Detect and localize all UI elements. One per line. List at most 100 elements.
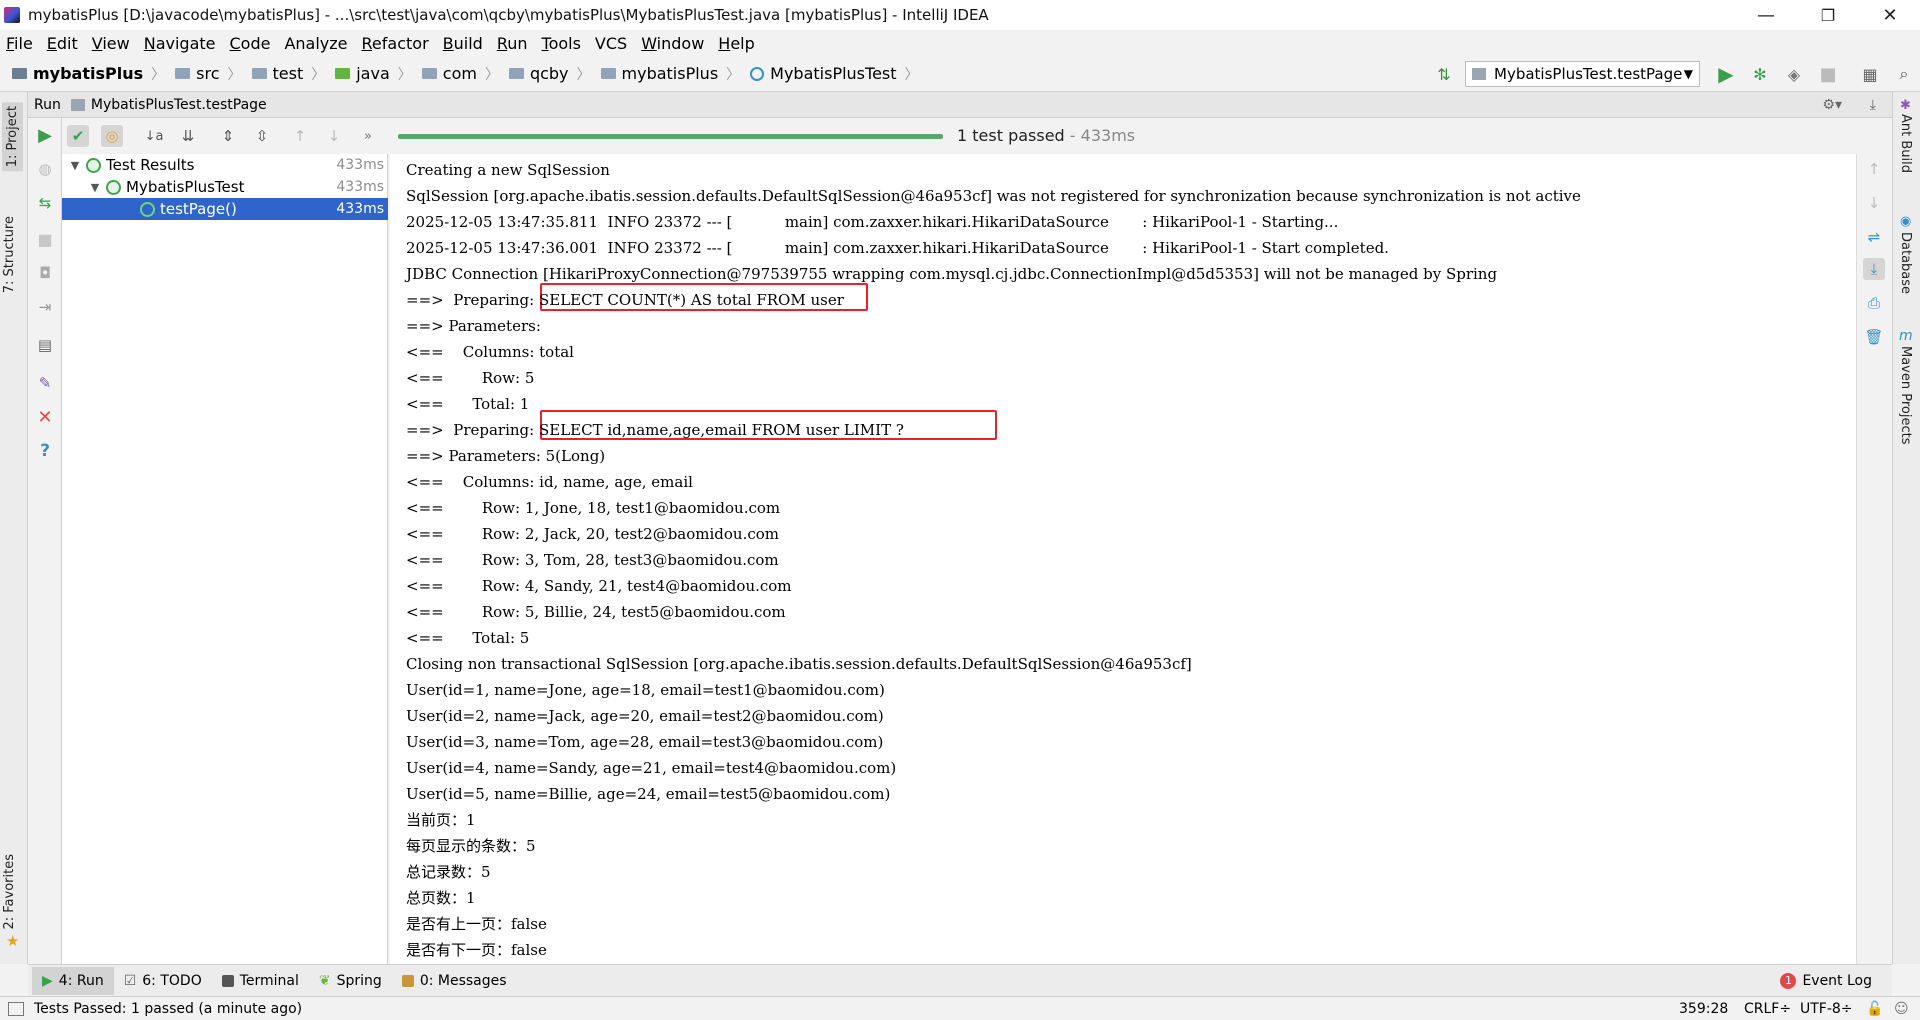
folder-icon xyxy=(335,68,351,79)
show-ignored-icon[interactable]: ◎ xyxy=(101,125,123,147)
run-icon[interactable]: ▶ xyxy=(1715,62,1737,86)
breadcrumb-item[interactable]: java 〉 xyxy=(335,64,418,84)
star-icon: ★ xyxy=(6,932,20,950)
breadcrumb-project[interactable]: mybatisPlus 〉 xyxy=(12,64,171,84)
rerun-icon[interactable]: ▶ xyxy=(34,124,56,146)
console-line: 每页显示的条数：5 xyxy=(406,837,536,855)
maven-projects-tool-tab[interactable]: Maven Projects xyxy=(1898,346,1913,445)
line-separator[interactable]: CRLF÷ xyxy=(1744,1001,1791,1017)
database-tool-tab[interactable]: Database xyxy=(1898,232,1913,294)
tab-terminal[interactable]: Terminal xyxy=(212,967,309,995)
menu-item-code[interactable]: Code xyxy=(230,34,271,53)
menu-item-file[interactable]: File xyxy=(6,34,33,53)
tab-run[interactable]: ▶ 4: Run xyxy=(32,966,114,995)
toggle-tool-windows-icon[interactable] xyxy=(8,1001,24,1016)
ant-build-tool-tab[interactable]: Ant Build xyxy=(1898,114,1913,173)
menu-item-navigate[interactable]: Navigate xyxy=(144,34,216,53)
clear-all-icon[interactable]: 🗑 xyxy=(1863,326,1885,348)
help-icon[interactable]: ? xyxy=(34,440,56,462)
tab-todo[interactable]: ☑ 6: TODO xyxy=(114,967,212,995)
console-line: <== Row: 3, Tom, 28, test3@baomidou.com xyxy=(406,551,779,569)
tab-spring[interactable]: ❦ Spring xyxy=(309,967,392,995)
minimize-button[interactable]: — xyxy=(1736,0,1796,30)
menu-item-build[interactable]: Build xyxy=(443,34,483,53)
expand-arrow-icon[interactable]: ▼ xyxy=(88,181,102,194)
file-encoding[interactable]: UTF-8÷ xyxy=(1800,1001,1853,1017)
menu-item-help[interactable]: Help xyxy=(718,34,754,53)
menu-item-run[interactable]: Run xyxy=(497,34,528,53)
project-tool-tab[interactable]: 1: Project xyxy=(2,102,23,172)
tab-event-log[interactable]: 1 Event Log xyxy=(1770,967,1882,995)
breadcrumb-item[interactable]: qcby 〉 xyxy=(508,64,597,84)
console-line: User(id=2, name=Jack, age=20, email=test… xyxy=(406,707,884,725)
menu-item-window[interactable]: Window xyxy=(641,34,704,53)
menu-item-refactor[interactable]: Refactor xyxy=(362,34,429,53)
ant-icon: ✱ xyxy=(1900,98,1911,113)
menu-item-view[interactable]: View xyxy=(92,34,130,53)
sort-by-duration-icon[interactable]: ⇊ xyxy=(177,125,199,147)
event-count-badge: 1 xyxy=(1780,972,1797,989)
chevron-down-icon: ▼ xyxy=(1683,67,1693,81)
console-line: 是否有下一页：false xyxy=(406,941,547,959)
tree-item-test-results[interactable]: ▼ Test Results 433ms xyxy=(62,154,388,176)
structure-tool-tab[interactable]: 7: Structure xyxy=(2,216,17,293)
tree-item-test-method[interactable]: testPage() 433ms xyxy=(62,198,388,220)
gear-icon[interactable]: ⚙▾ xyxy=(1822,97,1842,113)
print-icon[interactable]: ⎙ xyxy=(1863,292,1885,314)
close-icon[interactable]: ✕ xyxy=(34,406,56,428)
expand-all-icon[interactable]: ⇕ xyxy=(217,125,239,147)
stop-icon[interactable]: ■ xyxy=(1817,63,1839,85)
breadcrumb-file-label: MybatisPlusTest xyxy=(770,64,897,83)
stop-icon[interactable]: ■ xyxy=(34,228,56,250)
tab-messages[interactable]: 0: Messages xyxy=(392,967,517,995)
debug-icon[interactable]: ✻ xyxy=(1749,63,1771,85)
expand-arrow-icon[interactable]: ▼ xyxy=(68,159,82,172)
hide-panel-icon[interactable]: ⤓ xyxy=(1870,97,1876,113)
lock-icon[interactable]: 🔓 xyxy=(1866,1001,1883,1017)
build-arrows-icon[interactable]: ⇅ xyxy=(1433,63,1455,85)
tree-item-label: testPage() xyxy=(160,200,237,218)
console-output[interactable]: Creating a new SqlSession SqlSession [org… xyxy=(390,154,1856,964)
close-button[interactable]: ✕ xyxy=(1860,0,1920,30)
collapse-all-icon[interactable]: ⇳ xyxy=(251,125,273,147)
caret-position[interactable]: 359:28 xyxy=(1679,1001,1728,1017)
breadcrumb-item[interactable]: test 〉 xyxy=(251,64,332,84)
inspector-icon[interactable]: ☺ xyxy=(1894,1001,1909,1017)
next-failed-icon[interactable]: ↓ xyxy=(323,125,345,147)
breadcrumb-item[interactable]: src 〉 xyxy=(175,64,247,84)
run-tab-label[interactable]: MybatisPlusTest.testPage xyxy=(91,97,267,113)
search-everywhere-icon[interactable]: ⌕ xyxy=(1893,63,1915,85)
restore-button[interactable]: ❐ xyxy=(1798,0,1858,30)
breadcrumb-file[interactable]: MybatisPlusTest 〉 xyxy=(750,64,924,84)
breadcrumb-item-label: src xyxy=(196,64,220,83)
menu-item-analyze[interactable]: Analyze xyxy=(284,34,347,53)
run-configuration-select[interactable]: MybatisPlusTest.testPage ▼ xyxy=(1465,61,1700,87)
layout-icon[interactable]: ▤ xyxy=(34,334,56,356)
coverage-icon[interactable]: ◈ xyxy=(1783,63,1805,85)
camera-icon[interactable]: ◘ xyxy=(34,262,56,284)
show-passed-icon[interactable]: ✔ xyxy=(67,125,89,147)
chevron-right-icon: 〉 xyxy=(311,66,326,83)
breadcrumb-item[interactable]: com 〉 xyxy=(421,64,505,84)
scroll-to-end-icon[interactable]: ⤓ xyxy=(1863,258,1885,280)
down-arrow-icon[interactable]: ↓ xyxy=(1863,192,1885,214)
project-structure-icon[interactable]: ▦ xyxy=(1859,63,1881,85)
pin-icon[interactable]: ✎ xyxy=(34,372,56,394)
console-line: <== Row: 5 xyxy=(406,369,535,387)
up-arrow-icon[interactable]: ↑ xyxy=(1863,158,1885,180)
breadcrumb-item[interactable]: mybatisPlus 〉 xyxy=(600,64,747,84)
exit-icon[interactable]: ⇥ xyxy=(34,296,56,318)
soft-wrap-icon[interactable]: ⇌ xyxy=(1863,226,1885,248)
toggle-auto-test-icon[interactable]: ⇆ xyxy=(34,192,56,214)
menu-item-tools[interactable]: Tools xyxy=(542,34,581,53)
sort-alphabetically-icon[interactable]: ↓a xyxy=(143,125,165,147)
favorites-tool-tab[interactable]: 2: Favorites xyxy=(2,854,17,930)
menu-item-vcs[interactable]: VCS xyxy=(595,34,627,53)
more-icon[interactable]: » xyxy=(357,125,379,147)
tree-item-test-class[interactable]: ▼ MybatisPlusTest 433ms xyxy=(62,176,388,198)
menu-item-edit[interactable]: Edit xyxy=(47,34,78,53)
test-duration: - 433ms xyxy=(1064,126,1136,145)
console-side-toolbar: ↑ ↓ ⇌ ⤓ ⎙ 🗑 xyxy=(1856,154,1892,964)
rerun-failed-icon[interactable]: ◍ xyxy=(34,158,56,180)
previous-failed-icon[interactable]: ↑ xyxy=(289,125,311,147)
